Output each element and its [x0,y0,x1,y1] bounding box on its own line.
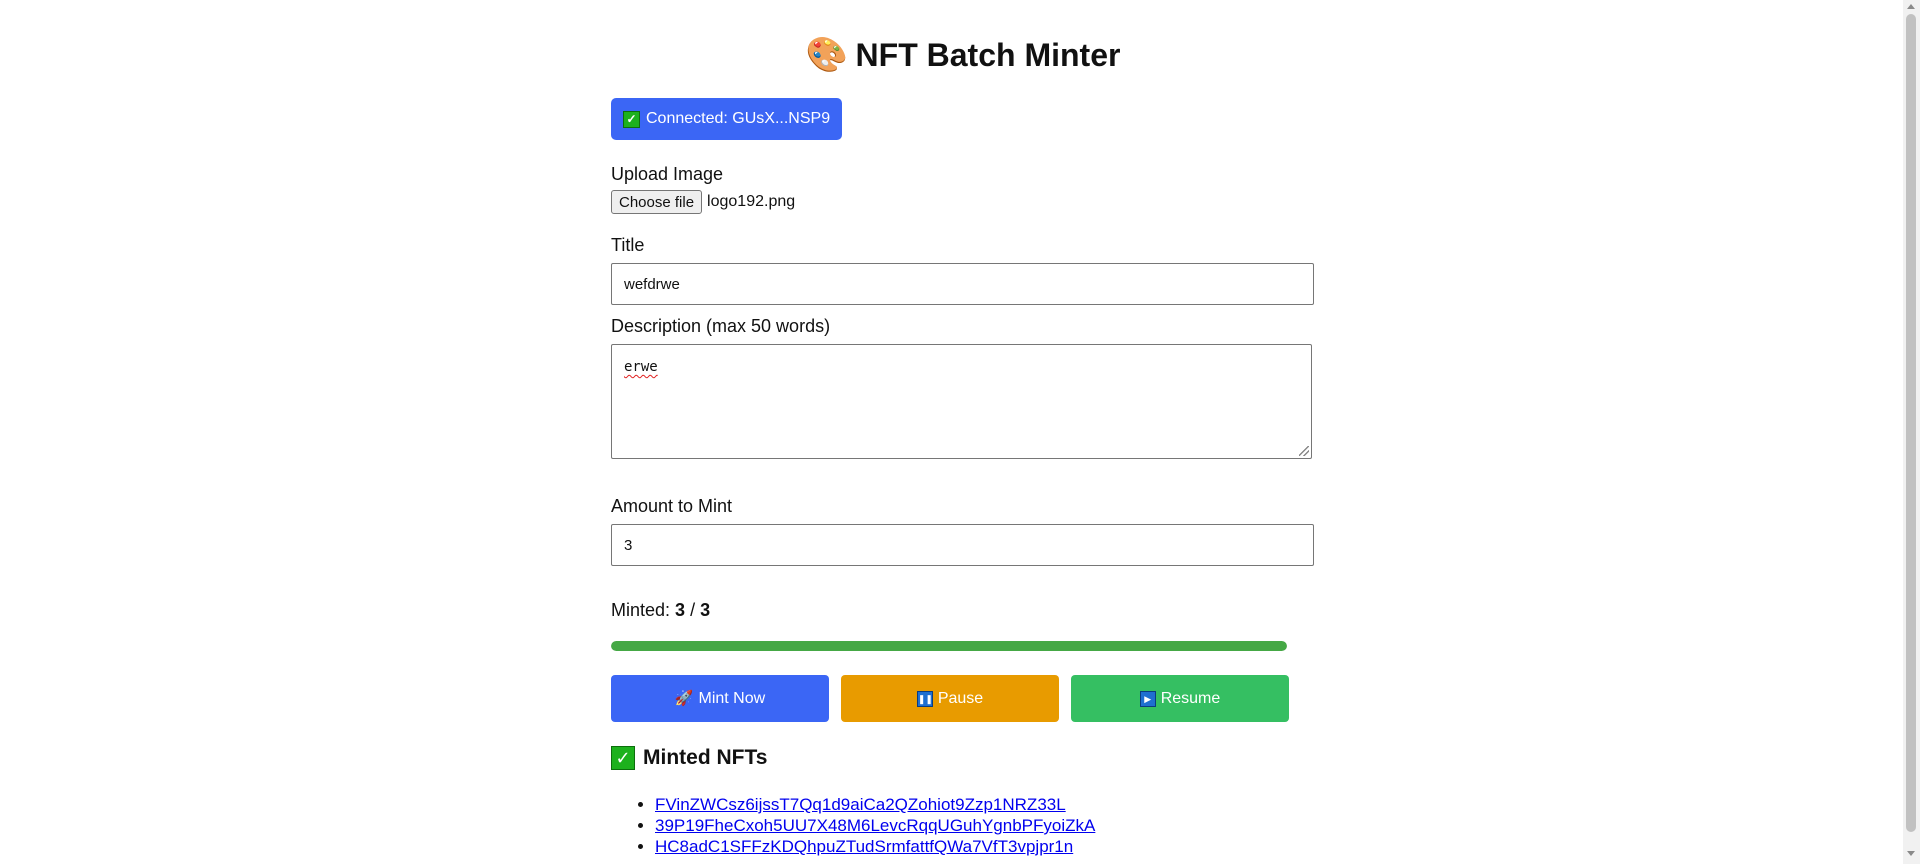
scrollbar-thumb[interactable] [1906,14,1916,832]
mint-now-button[interactable]: 🚀 Mint Now [611,675,829,722]
resume-button[interactable]: ▶ Resume [1071,675,1289,722]
page-title: 🎨 NFT Batch Minter [611,0,1315,76]
wallet-connected-button[interactable]: ✓ Connected: GUsX...NSP9 [611,98,843,140]
file-input: Choose file logo192.png [611,190,795,214]
minted-prefix: Minted: [611,600,671,620]
play-icon: ▶ [1139,690,1156,707]
page-title-text: NFT Batch Minter [855,37,1121,73]
description-label: Description (max 50 words) [611,316,831,336]
scroll-up-arrow-icon[interactable] [1907,4,1915,9]
title-input[interactable] [611,263,1314,305]
scroll-down-arrow-icon[interactable] [1907,851,1915,856]
list-item: FVinZWCsz6ijssT7Qq1d9aiCa2QZohiot9Zzp1NR… [655,794,1095,815]
choose-file-button[interactable]: Choose file [611,190,703,214]
nft-link[interactable]: 39P19FheCxoh5UU7X48M6LevcRqqUGuhYgnbPFyo… [655,816,1095,835]
upload-image-label: Upload Image [611,164,724,184]
pause-button[interactable]: ❚❚ Pause [841,675,1059,722]
title-label: Title [611,235,645,255]
minted-nfts-list: FVinZWCsz6ijssT7Qq1d9aiCa2QZohiot9Zzp1NR… [611,794,1095,857]
pause-label: Pause [937,689,984,707]
minted-nfts-heading: ✓ Minted NFTs [611,746,767,770]
check-mark-icon: ✓ [611,746,635,770]
resize-grip-icon[interactable] [1299,446,1309,456]
minted-nfts-title: Minted NFTs [643,746,768,769]
mint-progress-bar [611,641,1287,651]
pause-icon: ❚❚ [916,690,933,707]
description-textarea[interactable]: erwe [611,344,1312,459]
wallet-label: Connected: GUsX...NSP9 [646,110,831,127]
resume-label: Resume [1160,689,1221,707]
minted-status: Minted: 3 / 3 [611,600,710,621]
minted-separator: / [690,600,696,620]
list-item: 39P19FheCxoh5UU7X48M6LevcRqqUGuhYgnbPFyo… [655,815,1095,836]
selected-file-name: logo192.png [707,193,796,210]
page: 🎨 NFT Batch Minter ✓ Connected: GUsX...N… [0,0,1920,864]
rocket-icon: 🚀 [674,689,694,707]
nft-link[interactable]: HC8adC1SFFzKDQhpuZTudSrmfattfQWa7VfT3vpj… [655,837,1073,856]
minted-total: 3 [700,600,711,620]
palette-icon: 🎨 [805,36,848,74]
minter-container: 🎨 NFT Batch Minter ✓ Connected: GUsX...N… [611,0,1315,856]
nft-link[interactable]: FVinZWCsz6ijssT7Qq1d9aiCa2QZohiot9Zzp1NR… [655,795,1066,814]
amount-label: Amount to Mint [611,496,733,516]
minted-count: 3 [675,600,686,620]
check-mark-icon: ✓ [623,110,640,128]
mint-progress-fill [611,641,1287,651]
mint-now-label: Mint Now [698,689,766,707]
description-text: erwe [624,359,658,375]
list-item: HC8adC1SFFzKDQhpuZTudSrmfattfQWa7VfT3vpj… [655,836,1095,857]
amount-input[interactable] [611,524,1314,566]
vertical-scrollbar[interactable] [1903,0,1920,864]
action-buttons: 🚀 Mint Now ❚❚ Pause ▶ Resume [611,675,1289,722]
